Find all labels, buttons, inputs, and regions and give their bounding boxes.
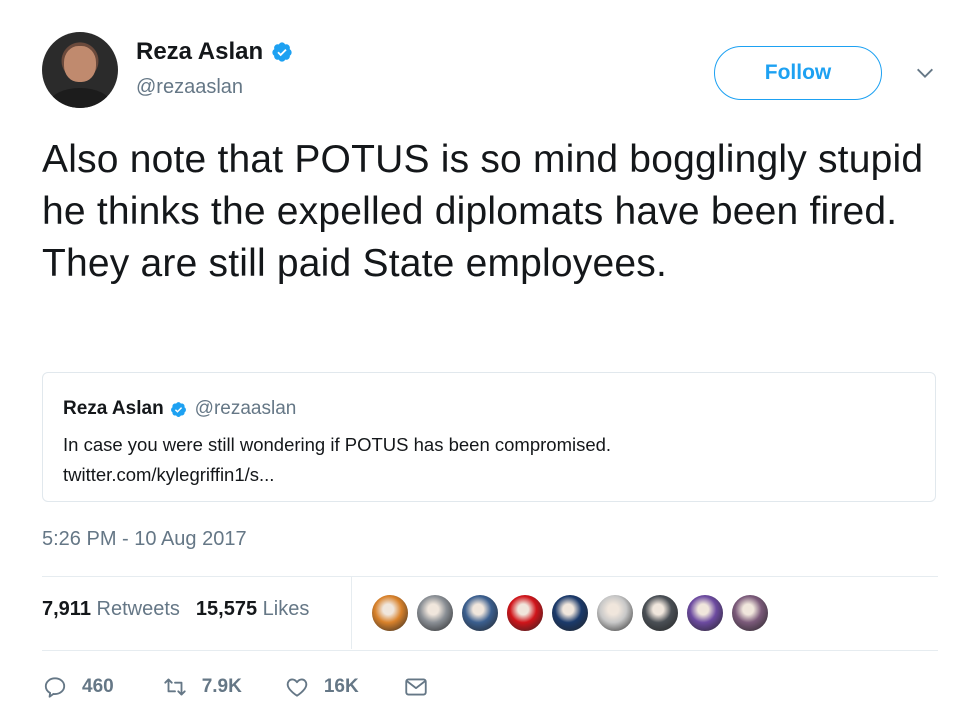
quoted-tweet[interactable]: Reza Aslan @rezaaslan In case you were s… xyxy=(42,372,936,502)
engagement-stats: 7,911 Retweets 15,575 Likes xyxy=(42,598,309,621)
like-count: 16K xyxy=(323,676,359,697)
verified-badge-icon xyxy=(170,401,186,417)
divider xyxy=(42,650,938,651)
retweets-label: Retweets xyxy=(96,598,180,620)
reply-icon xyxy=(44,677,66,698)
quoted-link[interactable]: twitter.com/kylegriffin1/s... xyxy=(63,460,903,490)
quoted-author-row: Reza Aslan @rezaaslan xyxy=(63,398,296,420)
avatar-2-icon[interactable] xyxy=(416,594,454,632)
avatar-shirt xyxy=(50,88,110,108)
avatar-7-icon[interactable] xyxy=(641,594,679,632)
author-avatar[interactable] xyxy=(42,32,118,108)
follow-button[interactable]: Follow xyxy=(714,46,882,100)
avatar-1-icon[interactable] xyxy=(371,594,409,632)
heart-icon xyxy=(286,678,308,697)
chevron-down-icon[interactable] xyxy=(914,62,936,84)
verified-badge-icon xyxy=(272,42,292,62)
retweets-stat[interactable]: 7,911 Retweets xyxy=(42,598,180,621)
divider xyxy=(42,576,938,577)
retweet-action[interactable]: 7.9K xyxy=(162,674,242,700)
author-name[interactable]: Reza Aslan xyxy=(136,38,263,66)
envelope-icon xyxy=(405,678,427,696)
stats-divider xyxy=(351,577,352,649)
avatar-face xyxy=(64,46,96,82)
avatar-5-icon[interactable] xyxy=(551,594,589,632)
avatar-6-icon[interactable] xyxy=(596,594,634,632)
likes-stat[interactable]: 15,575 Likes xyxy=(196,598,309,621)
tweet-actions: 460 7.9K 16K xyxy=(42,674,429,700)
author-name-row[interactable]: Reza Aslan xyxy=(136,38,293,66)
avatar-8-icon[interactable] xyxy=(686,594,724,632)
tweet-timestamp[interactable]: 5:26 PM - 10 Aug 2017 xyxy=(42,528,247,551)
likes-count: 15,575 xyxy=(195,598,258,620)
likes-label: Likes xyxy=(262,598,310,620)
quoted-author-name: Reza Aslan xyxy=(63,398,164,419)
like-action[interactable]: 16K xyxy=(284,674,359,700)
avatar-4-icon[interactable] xyxy=(506,594,544,632)
tweet-text: Also note that POTUS is so mind boggling… xyxy=(42,138,924,285)
avatar-3-icon[interactable] xyxy=(461,594,499,632)
quoted-tweet-text: In case you were still wondering if POTU… xyxy=(63,430,903,490)
direct-message-action[interactable] xyxy=(403,674,429,700)
author-handle[interactable]: @rezaaslan xyxy=(136,76,243,99)
quoted-text-line: In case you were still wondering if POTU… xyxy=(63,434,612,455)
liker-avatars xyxy=(371,594,769,632)
reply-count: 460 xyxy=(82,676,114,697)
quoted-author-handle: @rezaaslan xyxy=(194,398,297,419)
avatar-9-icon[interactable] xyxy=(731,594,769,632)
retweet-count: 7.9K xyxy=(201,676,242,697)
retweet-icon xyxy=(164,678,186,696)
reply-action[interactable]: 460 xyxy=(42,674,114,700)
retweets-count: 7,911 xyxy=(42,598,91,620)
